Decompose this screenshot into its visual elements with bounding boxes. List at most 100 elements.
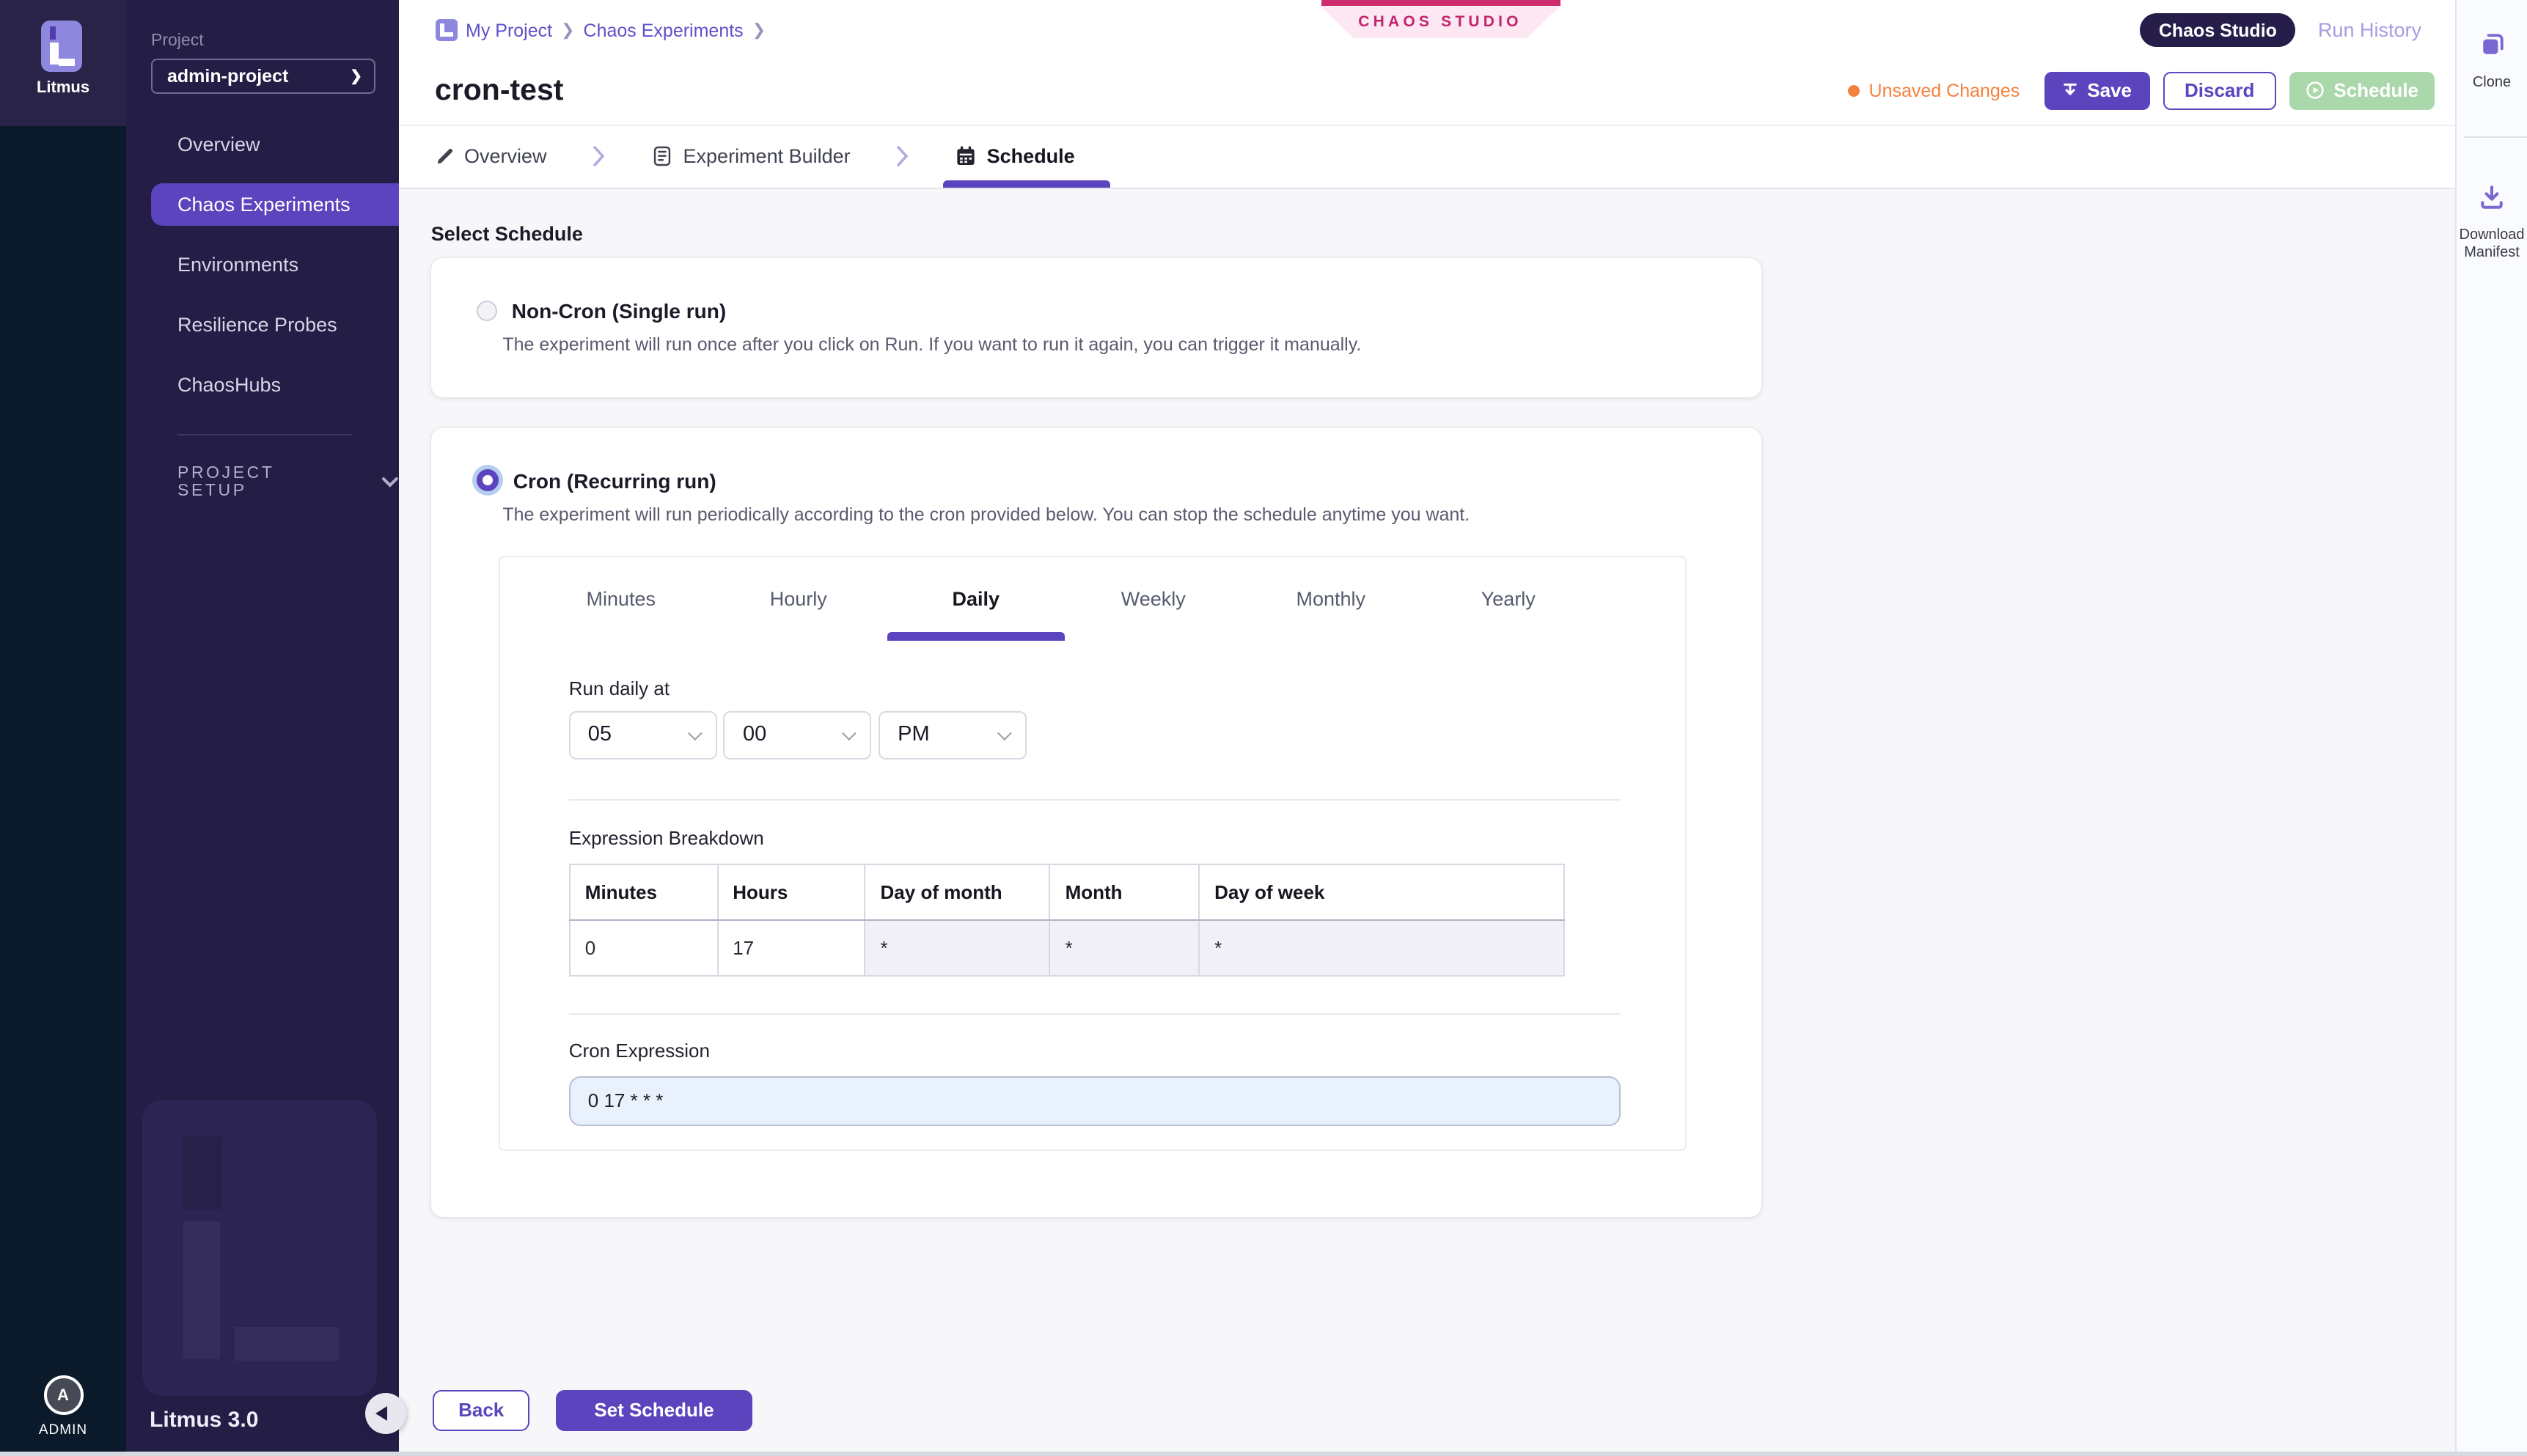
clone-icon (2479, 32, 2504, 57)
non-cron-option-card: Non-Cron (Single run) The experiment wil… (431, 257, 1761, 397)
clone-action[interactable]: Clone (2457, 32, 2527, 92)
builder-icon (651, 146, 673, 168)
section-title: Select Schedule (431, 222, 2455, 244)
version-label: Litmus 3.0 (150, 1408, 258, 1433)
unsaved-changes-badge: Unsaved Changes (1849, 81, 2020, 101)
col-day-of-week: Day of week (1199, 864, 1563, 919)
non-cron-title: Non-Cron (Single run) (512, 298, 726, 322)
step-schedule[interactable]: Schedule (955, 126, 1075, 187)
triangle-left-icon (375, 1406, 386, 1421)
chevron-right-icon: ❯ (561, 21, 574, 40)
meridiem-select[interactable]: PM (879, 710, 1027, 759)
breadcrumb: My Project ❯ Chaos Experiments ❯ (435, 19, 766, 41)
calendar-icon (955, 146, 977, 168)
table-header-row: Minutes Hours Day of month Month Day of … (570, 864, 1564, 919)
litmus-logo-label: Litmus (0, 79, 126, 97)
project-label: Project (151, 32, 398, 50)
cron-expression-input[interactable]: 0 17 * * * (569, 1076, 1621, 1126)
breadcrumb-logo-icon (435, 19, 457, 41)
chaos-studio-ribbon: CHAOS STUDIO (1321, 0, 1560, 39)
cron-option-card: Cron (Recurring run) The experiment will… (431, 427, 1761, 1216)
tab-daily[interactable]: Daily (887, 556, 1065, 640)
project-name: admin-project (167, 66, 288, 87)
minute-select[interactable]: 00 (724, 710, 872, 759)
table-row: 0 17 * * * (570, 919, 1564, 975)
avatar[interactable]: A (43, 1375, 83, 1415)
unsaved-dot-icon (1849, 85, 1860, 97)
sidebar-item-chaoshubs[interactable]: ChaosHubs (126, 364, 398, 406)
run-daily-at-label: Run daily at (569, 677, 1621, 699)
schedule-body: Select Schedule Non-Cron (Single run) Th… (398, 222, 2455, 1427)
download-manifest-action[interactable]: DownloadManifest (2457, 185, 2527, 261)
cell-hours: 17 (717, 919, 865, 975)
cron-radio[interactable] (477, 469, 499, 491)
expression-breakdown-table: Minutes Hours Day of month Month Day of … (569, 863, 1565, 976)
non-cron-radio[interactable] (477, 300, 497, 320)
cron-frequency-tabs: Minutes Hourly Daily Weekly Monthly Year… (501, 556, 1685, 640)
chevron-right-icon (896, 126, 909, 187)
tab-chaos-studio[interactable]: Chaos Studio (2140, 13, 2296, 47)
chevron-down-icon (997, 725, 1012, 740)
non-cron-description: The experiment will run once after you c… (502, 334, 1761, 354)
chevron-right-icon: ❯ (350, 68, 362, 84)
download-icon (2479, 185, 2505, 210)
breadcrumb-chaos-experiments[interactable]: Chaos Experiments (584, 20, 744, 40)
cell-day-of-month: * (865, 919, 1050, 975)
admin-label: ADMIN (0, 1422, 126, 1438)
save-button[interactable]: Save (2044, 72, 2149, 109)
litmus-logo-icon[interactable] (41, 21, 82, 72)
chevron-down-icon (843, 725, 857, 740)
sidebar-divider (177, 434, 351, 435)
sidebar-item-chaos-experiments[interactable]: Chaos Experiments (151, 183, 398, 226)
litmus-watermark (142, 1100, 377, 1396)
cron-panel: Minutes Hourly Daily Weekly Monthly Year… (499, 555, 1687, 1150)
tab-hourly[interactable]: Hourly (710, 556, 887, 640)
cell-month: * (1050, 919, 1200, 975)
sidebar-item-resilience-probes[interactable]: Resilience Probes (126, 304, 398, 346)
expression-breakdown-label: Expression Breakdown (569, 826, 1621, 848)
window-edge (0, 1452, 2527, 1456)
chevron-right-icon: ❯ (752, 21, 766, 40)
right-action-rail: Clone DownloadManifest (2455, 0, 2527, 1456)
module-rail: Litmus A ADMIN (0, 0, 126, 1456)
project-setup-toggle[interactable]: PROJECT SETUP (177, 465, 398, 500)
cron-description: The experiment will run periodically acc… (502, 504, 1761, 524)
app-window: Litmus A ADMIN Project admin-project ❯ O… (0, 0, 2527, 1456)
discard-button[interactable]: Discard (2163, 72, 2276, 109)
tab-monthly[interactable]: Monthly (1242, 556, 1420, 640)
col-month: Month (1050, 864, 1200, 919)
cron-title: Cron (Recurring run) (513, 468, 716, 492)
tab-run-history[interactable]: Run History (2318, 19, 2421, 41)
sidebar-collapse-button[interactable] (365, 1393, 406, 1434)
rail-divider (2464, 136, 2527, 138)
chevron-down-icon (381, 477, 398, 488)
pin-icon (2062, 82, 2078, 100)
step-overview[interactable]: Overview (435, 126, 547, 187)
divider (569, 798, 1621, 800)
col-minutes: Minutes (570, 864, 717, 919)
schedule-button[interactable]: Schedule (2289, 72, 2435, 109)
breadcrumb-my-project[interactable]: My Project (466, 20, 552, 40)
tab-minutes[interactable]: Minutes (532, 556, 710, 640)
cell-minutes: 0 (570, 919, 717, 975)
col-hours: Hours (717, 864, 865, 919)
divider (569, 1012, 1621, 1014)
project-selector[interactable]: admin-project ❯ (151, 59, 375, 94)
sidebar-item-overview[interactable]: Overview (126, 123, 398, 166)
hour-select[interactable]: 05 (569, 710, 717, 759)
experiment-stepper: Overview Experiment Builder Schedule (398, 126, 2455, 188)
main-content: My Project ❯ Chaos Experiments ❯ Chaos S… (398, 0, 2455, 1456)
sidebar: Project admin-project ❯ Overview Chaos E… (126, 0, 398, 1456)
cron-expression-label: Cron Expression (569, 1039, 1621, 1061)
pencil-icon (435, 147, 454, 166)
step-experiment-builder[interactable]: Experiment Builder (651, 126, 851, 187)
back-button[interactable]: Back (433, 1389, 530, 1432)
tab-weekly[interactable]: Weekly (1065, 556, 1242, 640)
col-day-of-month: Day of month (865, 864, 1050, 919)
chevron-right-icon (593, 126, 606, 187)
set-schedule-button[interactable]: Set Schedule (556, 1389, 752, 1432)
page-header: My Project ❯ Chaos Experiments ❯ Chaos S… (398, 0, 2455, 126)
tab-yearly[interactable]: Yearly (1420, 556, 1597, 640)
cell-day-of-week: * (1199, 919, 1563, 975)
sidebar-item-environments[interactable]: Environments (126, 243, 398, 286)
